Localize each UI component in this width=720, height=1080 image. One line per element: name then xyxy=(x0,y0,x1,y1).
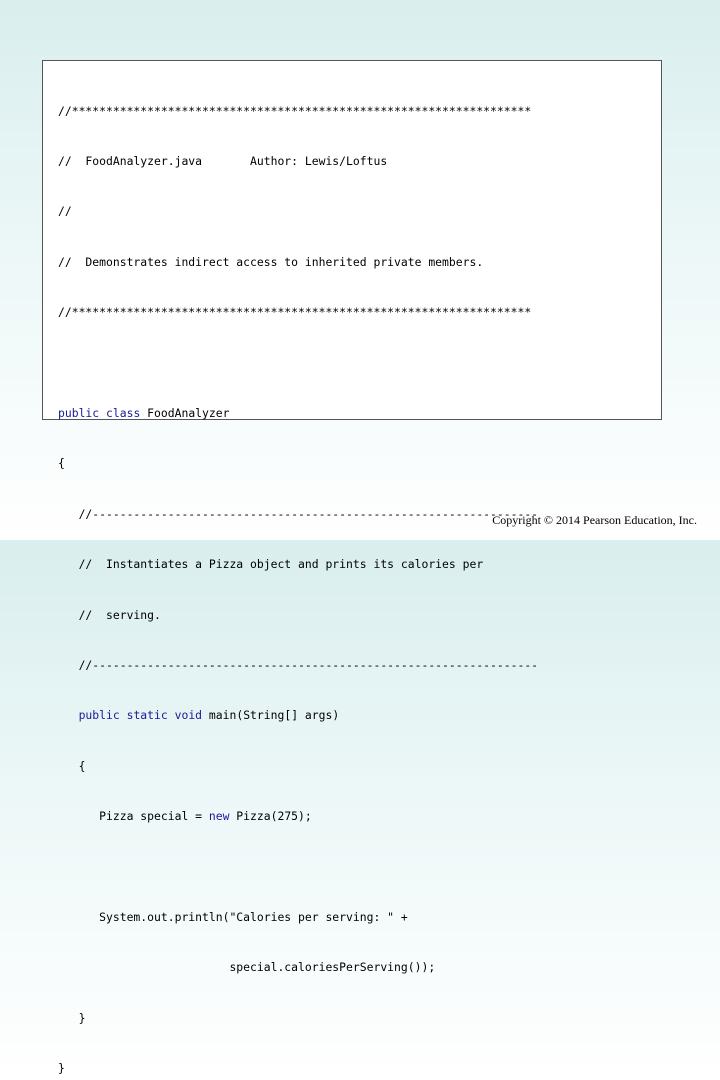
keyword-public: public xyxy=(78,708,120,723)
class-declaration-line: public class FoodAnalyzer xyxy=(58,405,538,422)
keyword-void: void xyxy=(174,708,203,723)
code-listing: //**************************************… xyxy=(58,69,538,1080)
header-title-line: // FoodAnalyzer.java Author: Lewis/Loftu… xyxy=(58,153,388,168)
method-signature: main(String[] args) xyxy=(202,708,340,723)
method-close-brace: } xyxy=(58,1010,86,1025)
header-border-top: //**************************************… xyxy=(58,103,532,118)
keyword-static: static xyxy=(126,708,168,723)
code-listing-box: //**************************************… xyxy=(42,60,662,1075)
keyword-new: new xyxy=(208,809,230,824)
method-open-brace: { xyxy=(58,758,86,773)
pizza-statement-line: Pizza special = new Pizza(275); xyxy=(58,808,538,825)
pizza-statement-suffix: Pizza(275); xyxy=(229,809,312,824)
method-signature-line: public static void main(String[] args) xyxy=(58,707,538,724)
method-comment-border-top: //--------------------------------------… xyxy=(58,506,539,521)
pizza-statement-prefix: Pizza special = xyxy=(58,809,209,824)
keyword-class: class xyxy=(106,405,141,420)
method-comment-border-bottom: //--------------------------------------… xyxy=(58,657,539,672)
header-border-bottom: //**************************************… xyxy=(58,305,532,320)
header-empty-line: // xyxy=(58,204,72,219)
class-open-brace: { xyxy=(58,456,65,471)
method-comment-line-2: // serving. xyxy=(58,607,161,622)
println-line-1: System.out.println("Calories per serving… xyxy=(58,909,408,924)
copyright-notice: Copyright © 2014 Pearson Education, Inc. xyxy=(492,513,697,527)
header-description-line: // Demonstrates indirect access to inher… xyxy=(58,254,484,269)
println-line-2: special.caloriesPerServing()); xyxy=(58,960,436,975)
keyword-public: public xyxy=(58,405,100,420)
class-name: FoodAnalyzer xyxy=(140,405,230,420)
method-comment-line-1: // Instantiates a Pizza object and print… xyxy=(58,557,484,572)
class-close-brace: } xyxy=(58,1061,65,1076)
